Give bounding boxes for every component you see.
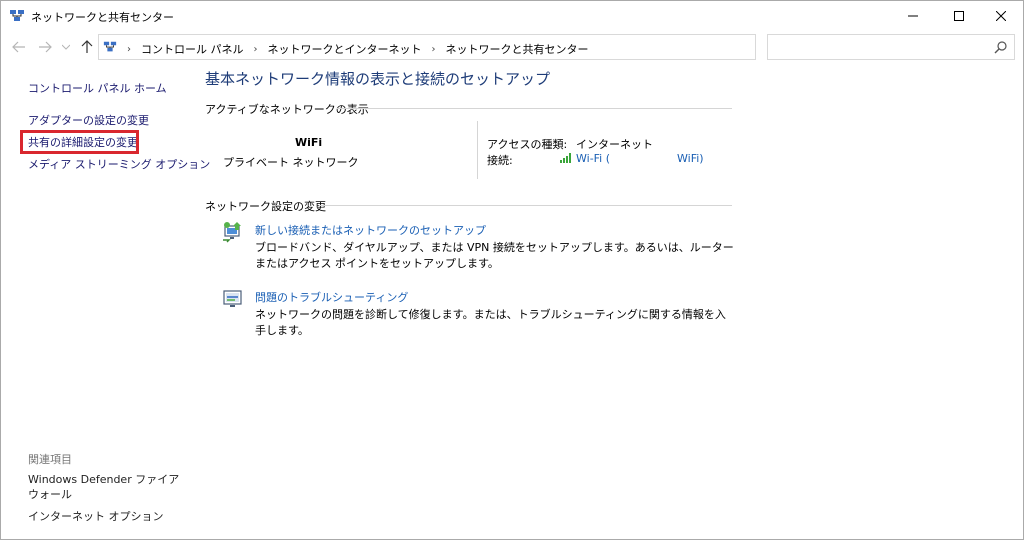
access-type-value: インターネット xyxy=(576,138,653,151)
search-icon[interactable] xyxy=(994,40,1008,54)
arrow-right-icon xyxy=(39,41,52,53)
wifi-connection-link[interactable]: Wi-Fi ( xyxy=(576,152,610,165)
troubleshoot-description: ネットワークの問題を診断して修復します。または、トラブルシューティングに関する情… xyxy=(255,308,726,337)
arrow-left-icon xyxy=(12,41,25,53)
main-content: 基本ネットワーク情報の表示と接続のセットアップ アクティブなネットワークの表示 … xyxy=(189,63,1023,539)
back-button[interactable] xyxy=(11,39,27,55)
change-adapter-settings-link[interactable]: アダプターの設定の変更 xyxy=(28,112,149,128)
active-networks-heading: アクティブなネットワークの表示 xyxy=(205,103,369,116)
highlight-box xyxy=(20,130,139,154)
wifi-connection-link-end[interactable]: WiFi) xyxy=(677,152,704,165)
recent-locations-button[interactable] xyxy=(61,39,71,55)
network-icon xyxy=(103,41,117,52)
maximize-button[interactable] xyxy=(937,1,981,31)
title-bar[interactable]: ネットワークと共有センター xyxy=(1,1,1023,31)
internet-options-link[interactable]: インターネット オプション xyxy=(28,509,188,524)
window-title: ネットワークと共有センター xyxy=(31,11,174,24)
new-connection-description: ブロードバンド、ダイヤルアップ、または VPN 接続をセットアップします。あるい… xyxy=(255,241,734,270)
chevron-right-icon[interactable]: › xyxy=(248,44,264,55)
address-bar[interactable]: › コントロール パネル › ネットワークとインターネット › ネットワークと共… xyxy=(98,34,845,60)
search-input[interactable] xyxy=(767,34,1015,60)
navigation-bar: › コントロール パネル › ネットワークとインターネット › ネットワークと共… xyxy=(1,31,1023,63)
access-type-label: アクセスの種類: xyxy=(487,138,568,151)
connections-label: 接続: xyxy=(487,154,513,167)
chevron-right-icon[interactable]: › xyxy=(121,44,137,55)
forward-button[interactable] xyxy=(37,39,53,55)
troubleshoot-problems-link[interactable]: 問題のトラブルシューティング xyxy=(255,289,408,305)
change-network-settings-heading: ネットワーク設定の変更 xyxy=(205,200,326,213)
new-connection-setup-link[interactable]: 新しい接続またはネットワークのセットアップ xyxy=(255,222,486,238)
network-type: プライベート ネットワーク xyxy=(223,156,359,169)
network-name: WiFi xyxy=(295,136,323,149)
minimize-icon xyxy=(908,15,918,17)
minimize-button[interactable] xyxy=(891,1,935,31)
chevron-right-icon[interactable]: › xyxy=(426,44,442,55)
windows-defender-firewall-link[interactable]: Windows Defender ファイアウォール xyxy=(28,472,188,502)
vertical-divider xyxy=(477,121,478,179)
troubleshoot-icon xyxy=(223,290,242,307)
up-button[interactable] xyxy=(79,39,95,55)
breadcrumb-control-panel[interactable]: コントロール パネル xyxy=(137,41,248,57)
section-divider xyxy=(337,108,732,109)
breadcrumb-network-internet[interactable]: ネットワークとインターネット xyxy=(264,41,426,57)
arrow-up-icon xyxy=(81,40,93,53)
network-icon xyxy=(10,10,24,21)
network-sharing-center-window: ネットワークと共有センター › コントロール パネル › ネットワークとインター… xyxy=(0,0,1024,540)
maximize-icon xyxy=(954,11,964,21)
close-icon xyxy=(996,11,1006,21)
page-title: 基本ネットワーク情報の表示と接続のセットアップ xyxy=(205,70,551,88)
related-items-heading: 関連項目 xyxy=(28,453,72,466)
close-button[interactable] xyxy=(979,1,1023,31)
media-streaming-options-link[interactable]: メディア ストリーミング オプション xyxy=(28,156,210,172)
breadcrumb-network-sharing-center[interactable]: ネットワークと共有センター xyxy=(442,41,593,57)
section-divider xyxy=(319,205,732,206)
chevron-down-icon xyxy=(62,44,70,50)
breadcrumb: › コントロール パネル › ネットワークとインターネット › ネットワークと共… xyxy=(121,41,593,57)
control-panel-home-link[interactable]: コントロール パネル ホーム xyxy=(28,80,167,96)
left-navigation-pane: コントロール パネル ホーム アダプターの設定の変更 共有の詳細設定の変更 メデ… xyxy=(1,63,210,539)
new-connection-icon xyxy=(223,222,241,243)
wifi-signal-icon xyxy=(560,153,571,163)
